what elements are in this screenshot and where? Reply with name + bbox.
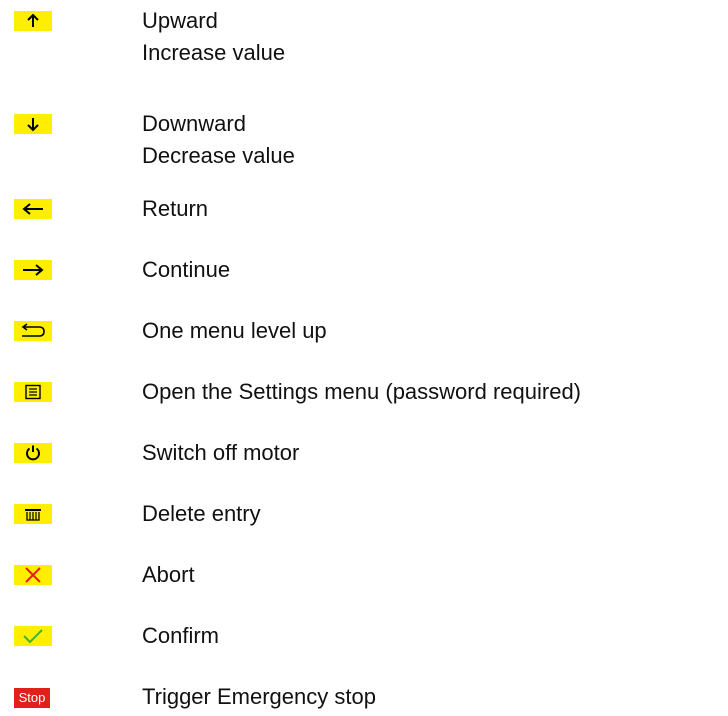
label-line-switch-off: Switch off motor [142, 440, 300, 465]
label-line-confirm: Confirm [142, 623, 220, 648]
arrow-left-icon [14, 199, 52, 219]
label-line-emergency-stop: Trigger Emergency stop [142, 684, 376, 709]
label-line-decrease-value: Decrease value [142, 143, 295, 168]
stop-icon: Stop [14, 688, 50, 708]
confirm-check-icon [14, 626, 52, 646]
arrow-right-icon [14, 260, 52, 280]
arrow-down-icon [14, 114, 52, 134]
label-line-settings: Open the Settings menu (password require… [142, 379, 582, 404]
legend-label-menu-level-up: One menu level up [142, 315, 327, 347]
label-line-abort: Abort [142, 562, 195, 587]
legend-label-upward: Upward Increase value [142, 5, 285, 69]
label-line-continue: Continue [142, 257, 231, 282]
label-line-menu-level-up: One menu level up [142, 318, 327, 343]
legend-label-delete: Delete entry [142, 498, 261, 530]
legend-label-switch-off: Switch off motor [142, 437, 299, 469]
back-return-icon [14, 321, 52, 341]
delete-trash-icon [14, 504, 52, 524]
settings-menu-icon [14, 382, 52, 402]
abort-x-icon [14, 565, 52, 585]
legend-label-settings: Open the Settings menu (password require… [142, 376, 581, 408]
label-line-return: Return [142, 196, 209, 221]
legend-label-emergency-stop: Trigger Emergency stop [142, 681, 376, 713]
power-icon [14, 443, 52, 463]
label-line-upward: Upward [142, 8, 218, 33]
legend-label-continue: Continue [142, 254, 230, 286]
arrow-up-icon [14, 11, 52, 31]
stop-icon-text: Stop [18, 690, 46, 705]
label-line-delete: Delete entry [142, 501, 261, 526]
button-legend: Upward Increase value Downward Decrease … [0, 0, 728, 716]
label-line-downward: Downward [142, 111, 246, 136]
legend-label-confirm: Confirm [142, 620, 219, 652]
legend-label-downward: Downward Decrease value [142, 108, 295, 172]
legend-label-return: Return [142, 193, 208, 225]
legend-label-abort: Abort [142, 559, 195, 591]
label-line-increase-value: Increase value [142, 40, 286, 65]
